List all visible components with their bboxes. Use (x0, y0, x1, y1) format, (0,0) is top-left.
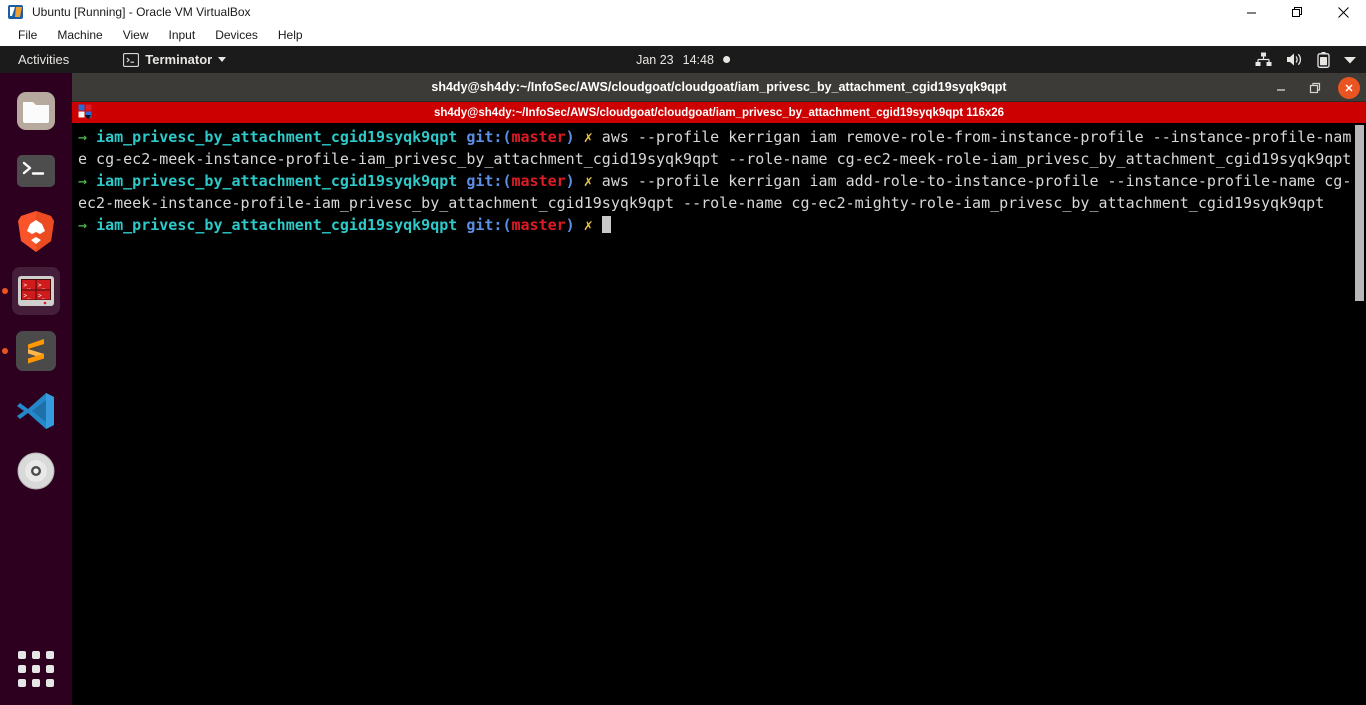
dock-item-terminator[interactable]: >_ >_ >_ >_ (2, 267, 60, 315)
terminator-window: sh4dy@sh4dy:~/InfoSec/AWS/cloudgoat/clou… (72, 73, 1366, 705)
terminal-scrollbar[interactable] (1353, 123, 1366, 705)
running-indicator (2, 288, 8, 294)
scrollbar-thumb[interactable] (1355, 125, 1364, 301)
terminal-window-title: sh4dy@sh4dy:~/InfoSec/AWS/cloudgoat/clou… (431, 80, 1007, 94)
app-grid-icon (32, 665, 40, 673)
terminal-window-controls (1270, 73, 1360, 102)
app-grid-icon (32, 651, 40, 659)
clock-date: Jan 23 (636, 52, 674, 67)
menu-input[interactable]: Input (159, 26, 206, 44)
host-window-controls (1228, 0, 1366, 24)
svg-text:>_: >_ (38, 282, 46, 289)
menu-machine[interactable]: Machine (47, 26, 112, 44)
terminal-active-prompt-line[interactable]: → iam_privesc_by_attachment_cgid19syqk9q… (78, 214, 1353, 236)
host-minimize-button[interactable] (1228, 0, 1274, 24)
menu-file[interactable]: File (8, 26, 47, 44)
prompt-directory: iam_privesc_by_attachment_cgid19syqk9qpt (96, 172, 467, 190)
dock-item-sublime-text[interactable] (2, 327, 60, 375)
prompt-arrow: → (78, 172, 97, 190)
prompt-git-branch: master (511, 172, 566, 190)
terminal-cursor (601, 216, 611, 233)
system-menu-chevron-icon (1344, 56, 1356, 64)
dock-item-brave[interactable] (12, 207, 60, 255)
dock-item-disc[interactable] (12, 447, 60, 495)
terminator-layout-icon[interactable] (76, 102, 98, 123)
terminal-title-bar: sh4dy@sh4dy:~/InfoSec/AWS/cloudgoat/clou… (72, 73, 1366, 102)
dock-item-terminal[interactable] (12, 147, 60, 195)
app-grid-icon (46, 665, 54, 673)
host-close-button[interactable] (1320, 0, 1366, 24)
prompt-git-suffix: ) (565, 128, 584, 146)
gnome-top-bar: Activities Terminator Jan 23 14:48 (0, 46, 1366, 73)
svg-text:>_: >_ (24, 293, 32, 300)
running-indicator (2, 348, 8, 354)
app-grid-icon (46, 679, 54, 687)
prompt-arrow: → (78, 216, 97, 234)
terminal-maximize-button[interactable] (1304, 77, 1326, 99)
svg-text:>_: >_ (24, 282, 32, 289)
host-restore-button[interactable] (1274, 0, 1320, 24)
terminal-close-button[interactable] (1338, 76, 1360, 99)
menu-devices[interactable]: Devices (205, 26, 268, 44)
terminal-tab-title: sh4dy@sh4dy:~/InfoSec/AWS/cloudgoat/clou… (433, 106, 1005, 119)
app-grid-icon (32, 679, 40, 687)
menu-help[interactable]: Help (268, 26, 313, 44)
clock-time: 14:48 (682, 52, 714, 67)
app-grid-icon (18, 665, 26, 673)
prompt-git-branch: master (511, 216, 566, 234)
guest-screen: Activities Terminator Jan 23 14:48 >_ >_… (0, 46, 1366, 705)
terminal-app-icon (123, 52, 140, 67)
host-menu-bar: File Machine View Input Devices Help (0, 24, 1366, 46)
host-title-bar: Ubuntu [Running] - Oracle VM VirtualBox (0, 0, 1366, 24)
volume-icon (1286, 52, 1303, 67)
virtualbox-window: Ubuntu [Running] - Oracle VM VirtualBox … (0, 0, 1366, 705)
dock: >_ >_ >_ >_ (0, 73, 72, 705)
virtualbox-logo-icon (8, 4, 24, 20)
dock-item-files[interactable] (12, 87, 60, 135)
show-applications-button[interactable] (18, 651, 54, 687)
battery-icon (1317, 51, 1330, 68)
app-grid-icon (18, 651, 26, 659)
terminal-minimize-button[interactable] (1270, 77, 1292, 99)
network-icon (1255, 52, 1272, 67)
terminal-line: → iam_privesc_by_attachment_cgid19syqk9q… (78, 126, 1353, 170)
app-grid-icon (18, 679, 26, 687)
host-window-title: Ubuntu [Running] - Oracle VM VirtualBox (32, 5, 251, 19)
prompt-status-glyph: ✗ (583, 128, 602, 146)
prompt-git-suffix: ) (565, 172, 584, 190)
notification-dot (722, 56, 730, 63)
clock[interactable]: Jan 23 14:48 (636, 53, 730, 67)
prompt-git-suffix: ) (565, 216, 584, 234)
terminal-body[interactable]: → iam_privesc_by_attachment_cgid19syqk9q… (72, 123, 1366, 705)
svg-text:>_: >_ (38, 293, 46, 300)
terminal-line: → iam_privesc_by_attachment_cgid19syqk9q… (78, 170, 1353, 214)
prompt-status-glyph: ✗ (583, 172, 602, 190)
chevron-down-icon (218, 57, 227, 62)
system-tray[interactable] (1255, 51, 1356, 68)
prompt-directory: iam_privesc_by_attachment_cgid19syqk9qpt (96, 216, 467, 234)
prompt-directory: iam_privesc_by_attachment_cgid19syqk9qpt (96, 128, 467, 146)
app-menu[interactable]: Terminator (123, 52, 227, 67)
activities-button[interactable]: Activities (12, 52, 75, 67)
dock-item-vscode[interactable] (12, 387, 60, 435)
prompt-git-branch: master (511, 128, 566, 146)
terminal-output[interactable]: → iam_privesc_by_attachment_cgid19syqk9q… (72, 123, 1353, 705)
terminal-tab-bar[interactable]: sh4dy@sh4dy:~/InfoSec/AWS/cloudgoat/clou… (72, 102, 1366, 123)
app-menu-label: Terminator (145, 52, 213, 67)
prompt-git-prefix: git:( (466, 128, 512, 146)
prompt-arrow: → (78, 128, 97, 146)
prompt-status-glyph: ✗ (583, 216, 602, 234)
app-grid-icon (46, 651, 54, 659)
prompt-git-prefix: git:( (466, 216, 512, 234)
menu-view[interactable]: View (113, 26, 159, 44)
prompt-git-prefix: git:( (466, 172, 512, 190)
